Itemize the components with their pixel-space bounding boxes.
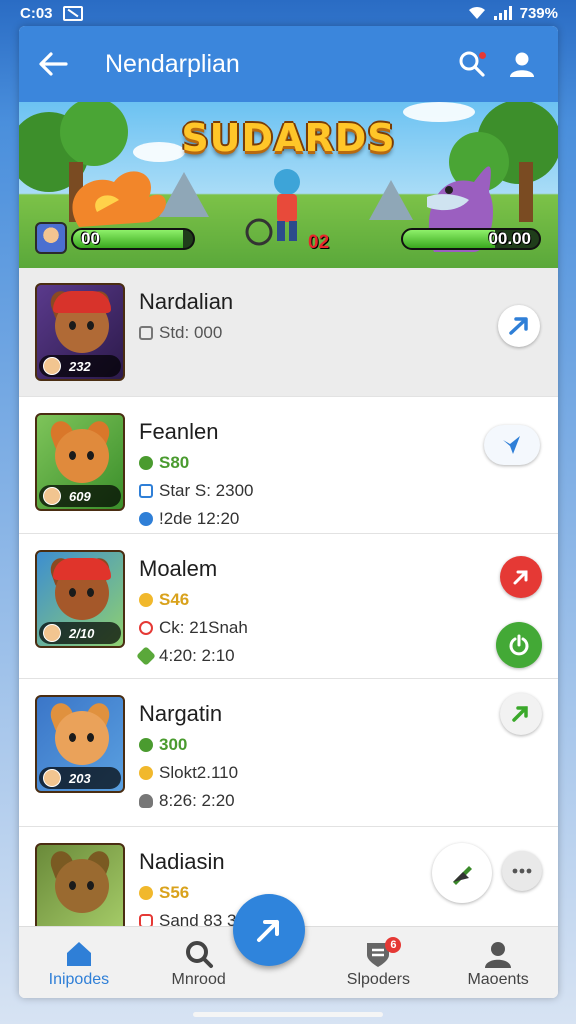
pencil-icon xyxy=(257,920,279,942)
notification-badge: 6 xyxy=(385,936,402,953)
game-name: Nargatin xyxy=(139,701,223,726)
arrow-left-icon xyxy=(39,52,68,76)
power-button[interactable] xyxy=(496,622,542,668)
game-score: S80 xyxy=(159,453,190,472)
share-button[interactable] xyxy=(500,556,542,598)
list-item[interactable]: 609 Feanlen S80 Star S: 2300 !2de 12:20 xyxy=(19,397,558,534)
arrow-up-right-icon xyxy=(513,570,528,585)
star-icon xyxy=(139,484,153,498)
home-icon xyxy=(66,941,91,966)
profile-button[interactable] xyxy=(502,44,542,84)
alert-icon xyxy=(139,621,153,635)
coin-icon xyxy=(139,456,153,470)
thumbnail-badge: 232 xyxy=(39,355,121,377)
game-thumbnail: 232 xyxy=(35,283,125,381)
game-thumbnail: 609 xyxy=(35,413,125,511)
list-item[interactable]: 2/10 Moalem S46 Ck: 21Snah 4:20: 2:10 xyxy=(19,534,558,679)
player-health-value: 00 xyxy=(81,229,100,248)
game-banner[interactable]: SUDARDS 00 02 00.00 xyxy=(19,102,558,268)
trophy-icon xyxy=(139,886,153,900)
game-score: S46 xyxy=(159,590,190,609)
notification-icon xyxy=(62,5,83,21)
game-name: Nardalian xyxy=(139,289,234,314)
coin-icon xyxy=(139,738,153,752)
game-name: Nadiasin xyxy=(139,849,225,874)
arrow-right-icon xyxy=(509,317,528,335)
pencil-icon xyxy=(453,866,472,885)
clock-icon xyxy=(139,512,153,526)
page-title: Nendarplian xyxy=(105,49,240,78)
enemy-health-value: 00.00 xyxy=(488,229,531,248)
game-time: 4:20: 2:10 xyxy=(159,646,235,665)
status-time: C:03 xyxy=(20,4,53,22)
thumbnail-badge: 2/10 xyxy=(39,622,121,644)
back-button[interactable] xyxy=(37,48,69,80)
nav-item-home[interactable]: Inipodes xyxy=(29,937,129,989)
game-stat: Star S: 2300 xyxy=(159,481,254,500)
power-icon xyxy=(509,634,529,656)
trophy-icon xyxy=(139,593,153,607)
leaf-icon xyxy=(136,646,156,666)
more-button[interactable] xyxy=(502,851,542,891)
list-item[interactable]: 203 Nargatin 300 Slokt2.110 8:26: 2:20 xyxy=(19,679,558,827)
game-stat: Ck: 21Snah xyxy=(159,618,248,637)
launch-button[interactable] xyxy=(500,693,542,735)
game-list: 232 Nardalian Std: 000 609 Feanlen S80 S… xyxy=(19,268,558,964)
game-score: 300 xyxy=(159,735,188,754)
enemy-health-bar: 00.00 xyxy=(401,228,541,250)
game-name: Feanlen xyxy=(139,419,219,444)
person-icon xyxy=(485,941,512,968)
nav-item-messages[interactable]: 6 Slpoders xyxy=(328,936,428,989)
stats-icon xyxy=(139,326,153,340)
search-indicator-dot xyxy=(479,52,486,59)
home-indicator xyxy=(193,1012,383,1017)
edit-button[interactable] xyxy=(432,843,492,903)
user-icon xyxy=(510,52,534,77)
app-bar: Nendarplian xyxy=(19,26,558,102)
game-name: Moalem xyxy=(139,556,218,581)
search-button[interactable] xyxy=(452,44,492,84)
game-thumbnail: 203 xyxy=(35,695,125,793)
thumbnail-badge: 609 xyxy=(39,485,121,507)
nav-label: Maoents xyxy=(467,970,529,988)
game-thumbnail: 2/10 xyxy=(35,550,125,648)
more-icon xyxy=(512,868,532,874)
send-button[interactable] xyxy=(484,425,540,465)
wifi-icon xyxy=(468,6,485,19)
thumbnail-badge: 203 xyxy=(39,767,121,789)
compose-fab[interactable] xyxy=(233,894,305,966)
nav-label: Slpoders xyxy=(346,970,410,988)
game-stat: Std: 000 xyxy=(159,323,223,342)
nav-item-profile[interactable]: Maoents xyxy=(448,937,548,989)
nav-item-search[interactable]: Mnrood xyxy=(149,937,249,989)
game-stat: Slokt2.110 xyxy=(159,763,239,782)
battery-level: 739% xyxy=(519,4,558,22)
game-score: S56 xyxy=(159,883,190,902)
magnifier-icon xyxy=(185,940,213,968)
arrow-up-right-icon xyxy=(512,706,528,722)
nav-label: Mnrood xyxy=(171,970,226,988)
open-game-button[interactable] xyxy=(498,305,540,347)
round-score: 02 xyxy=(308,232,330,253)
signal-icon xyxy=(493,6,512,20)
send-icon xyxy=(503,436,520,454)
medal-icon xyxy=(139,766,153,780)
player-avatar xyxy=(35,222,67,254)
status-bar: C:03 739% xyxy=(0,0,576,26)
banner-game-title: SUDARDS xyxy=(181,116,396,160)
bag-icon xyxy=(139,794,153,808)
player-health-bar: 00 xyxy=(71,228,195,250)
nav-label: Inipodes xyxy=(48,970,110,988)
game-time: !2de 12:20 xyxy=(159,509,240,528)
list-item[interactable]: 232 Nardalian Std: 000 xyxy=(19,268,558,397)
app-window: Nendarplian SUDARDS 00 02 00.00 232 Nard… xyxy=(19,26,558,998)
game-time: 8:26: 2:20 xyxy=(159,791,235,810)
